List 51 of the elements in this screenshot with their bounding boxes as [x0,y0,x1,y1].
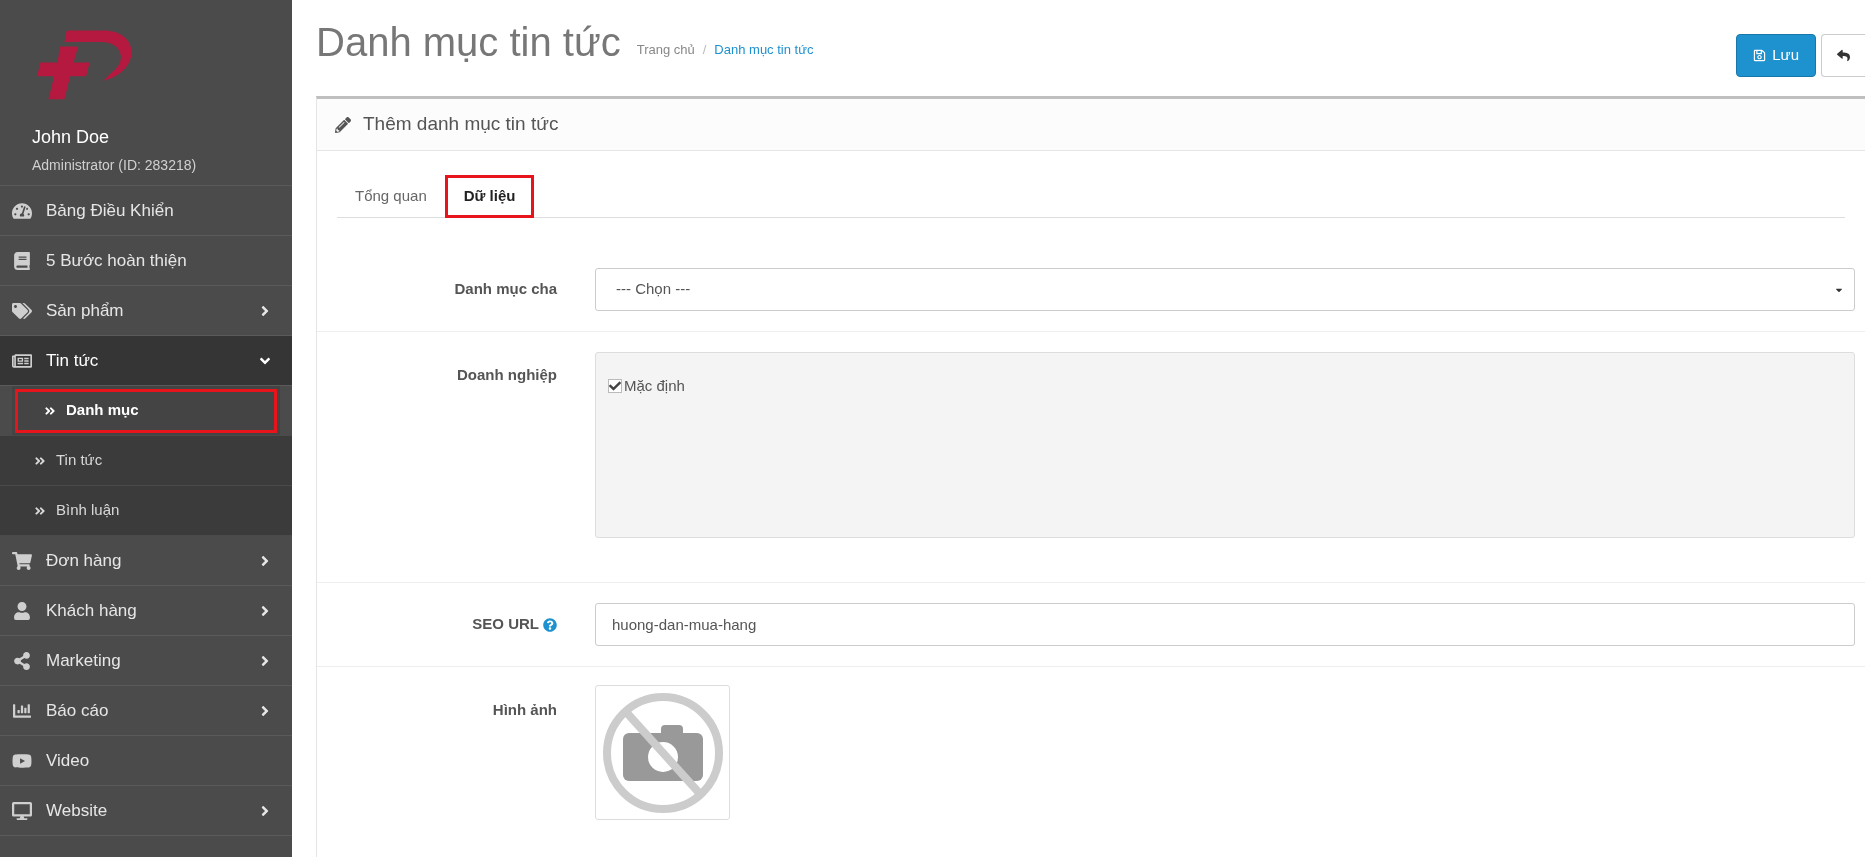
sidebar-item[interactable]: Khách hàng [0,586,292,636]
save-icon [1753,49,1767,62]
field-label: Hình ảnh [491,700,557,720]
seo-url-field[interactable]: huong-dan-mua-hang [595,603,1855,646]
double-chevron-icon [34,454,46,467]
bar-chart-icon [12,701,32,720]
breadcrumb-link[interactable]: Danh mục tin tức [714,40,814,60]
user-role: Administrator (ID: 283218) [32,156,198,175]
save-button[interactable]: Lưu [1736,34,1816,77]
submenu-item[interactable]: Bình luận [0,486,292,536]
video-icon [12,751,32,770]
field-label: SEO URL [472,614,539,635]
page-title: Danh mục tin tức [316,19,621,66]
parent-category-select[interactable]: --- Chọn --- [595,268,1855,311]
double-chevron-icon [44,404,56,417]
help-icon[interactable] [543,617,557,632]
field-label: Danh mục cha [453,279,557,300]
panel-title: Thêm danh mục tin tức [363,112,559,137]
field-label: Doanh nghiệp [456,365,557,385]
check-icon [609,380,621,393]
sidebar-item[interactable]: Đơn hàng [0,536,292,586]
pencil-icon [335,116,351,133]
breadcrumb-link[interactable]: Trang chủ [636,40,695,60]
sidebar-item[interactable]: Tin tức [0,336,292,386]
sidebar-item[interactable]: Video [0,736,292,786]
checkbox[interactable] [608,379,622,394]
double-chevron-icon [34,504,46,517]
sidebar-item[interactable]: Bảng Điều Khiển [0,186,292,236]
tags-icon [12,301,32,320]
book-icon [12,251,32,270]
cart-icon [12,551,32,570]
submenu-item[interactable]: Tin tức [0,436,292,486]
checkbox-option[interactable]: Mặc định [608,375,1842,398]
user-icon [12,601,32,620]
submenu-item[interactable]: Danh mục [12,386,280,436]
monitor-icon [12,801,32,820]
back-button[interactable] [1821,34,1865,77]
no-camera-icon [600,690,725,815]
user-name: John Doe [32,126,111,149]
tab[interactable]: Tổng quan [337,175,445,217]
sidebar-item[interactable]: Báo cáo [0,686,292,736]
reply-icon [1836,49,1851,62]
breadcrumb-separator: / [702,41,707,59]
sidebar-item[interactable]: 5 Bước hoàn thiện [0,236,292,286]
image-thumbnail[interactable] [595,685,730,820]
newspaper-icon [12,351,32,370]
sidebar-item[interactable]: Marketing [0,636,292,686]
share-icon [12,651,32,670]
tab[interactable]: Dữ liệu [444,175,535,218]
sidebar-item[interactable]: Website [0,786,292,836]
dashboard-icon [12,201,32,220]
